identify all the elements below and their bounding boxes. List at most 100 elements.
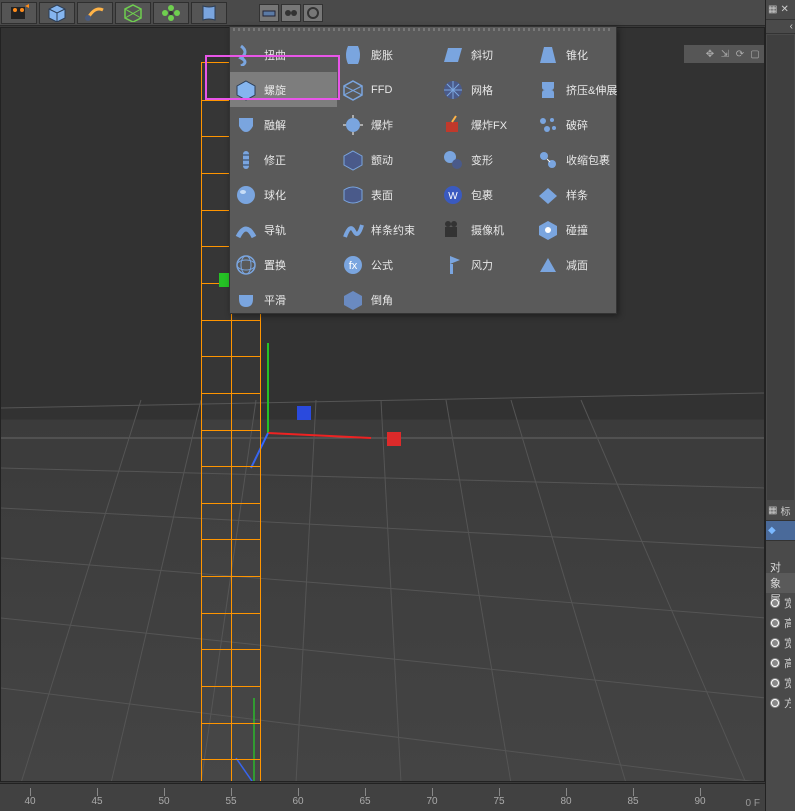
timeline-ruler[interactable]: 4045505560657075808590 bbox=[0, 783, 765, 811]
prop-row-2[interactable]: 宽 bbox=[766, 633, 795, 653]
prop-row-5[interactable]: 方 bbox=[766, 693, 795, 713]
nav-zoom-icon[interactable]: ⇲ bbox=[719, 48, 731, 60]
menu-label: 膨胀 bbox=[371, 47, 393, 63]
panel-header-label: 标 bbox=[780, 503, 790, 518]
prop-radio[interactable] bbox=[770, 658, 780, 668]
tool-flower[interactable] bbox=[153, 2, 189, 24]
tool-seg-b[interactable] bbox=[281, 4, 301, 22]
ruler-tick bbox=[432, 788, 433, 796]
deform-icon bbox=[441, 148, 465, 172]
menu-item-extrude[interactable]: 挤压&伸展 bbox=[532, 72, 616, 107]
ruler-tick-label: 45 bbox=[91, 796, 102, 807]
menu-item-camera[interactable]: 摄像机 bbox=[437, 212, 532, 247]
ruler-tick bbox=[231, 788, 232, 796]
fix-icon bbox=[234, 148, 258, 172]
ruler-tick-label: 55 bbox=[225, 796, 236, 807]
shatter-icon bbox=[536, 113, 560, 137]
menu-item-lattice[interactable]: 网格 bbox=[437, 72, 532, 107]
tool-bulge[interactable] bbox=[191, 2, 227, 24]
menu-item-spline[interactable]: 样条 bbox=[532, 177, 616, 212]
menu-item-jitter[interactable]: 颤动 bbox=[337, 142, 437, 177]
menu-item-rail[interactable]: 导轨 bbox=[230, 212, 337, 247]
nav-pan-icon[interactable]: ✥ bbox=[704, 48, 716, 60]
wind-icon bbox=[441, 253, 465, 277]
menu-item-explode[interactable]: 爆炸 bbox=[337, 107, 437, 142]
extrude-icon bbox=[536, 78, 560, 102]
smooth-icon bbox=[234, 288, 258, 312]
menu-item-surface[interactable]: 表面 bbox=[337, 177, 437, 212]
menu-item-smooth[interactable]: 平滑 bbox=[230, 282, 337, 317]
tool-movie[interactable] bbox=[1, 2, 37, 24]
menu-item-fix[interactable]: 修正 bbox=[230, 142, 337, 177]
formula-icon: fx bbox=[341, 253, 365, 277]
ruler-tick-label: 90 bbox=[694, 796, 705, 807]
menu-item-bulge[interactable]: 膨胀 bbox=[337, 37, 437, 72]
prop-radio[interactable] bbox=[770, 698, 780, 708]
menu-item-ffd[interactable]: FFD bbox=[337, 72, 437, 107]
menu-item-sphere[interactable]: 球化 bbox=[230, 177, 337, 212]
menu-item-wind[interactable]: 风力 bbox=[437, 247, 532, 282]
jitter-icon bbox=[341, 148, 365, 172]
prop-radio[interactable] bbox=[770, 678, 780, 688]
spline-icon bbox=[536, 183, 560, 207]
prop-label: 高 bbox=[784, 655, 791, 671]
menu-label: 摄像机 bbox=[471, 222, 504, 238]
menu-item-collision[interactable]: 碰撞 bbox=[532, 212, 616, 247]
menu-label: 平滑 bbox=[264, 292, 286, 308]
menu-item-formula[interactable]: fx 公式 bbox=[337, 247, 437, 282]
nav-fullscreen-icon[interactable]: ▢ bbox=[749, 48, 761, 60]
ruler-tick bbox=[164, 788, 165, 796]
panel-collapse-1[interactable]: ‹ bbox=[766, 20, 795, 34]
menu-label: 风力 bbox=[471, 257, 493, 273]
menu-label: 收缩包裹 bbox=[566, 152, 610, 168]
tool-cube[interactable] bbox=[39, 2, 75, 24]
ruler-tick bbox=[499, 788, 500, 796]
prop-row-1[interactable]: 高 bbox=[766, 613, 795, 633]
menu-item-bevel[interactable]: 倒角 bbox=[337, 282, 437, 317]
shrinkwrap-icon bbox=[536, 148, 560, 172]
prop-row-3[interactable]: 高 bbox=[766, 653, 795, 673]
menu-label: 破碎 bbox=[566, 117, 588, 133]
ruler-tick-label: 60 bbox=[292, 796, 303, 807]
explode-icon bbox=[341, 113, 365, 137]
menu-item-displace[interactable]: 置换 bbox=[230, 247, 337, 282]
nav-rotate-icon[interactable]: ⟳ bbox=[734, 48, 746, 60]
menu-item-taper[interactable]: 锥化 bbox=[532, 37, 616, 72]
menu-item-twist[interactable]: 扭曲 bbox=[230, 37, 337, 72]
side-panel: ▦✕ ‹ ▦标 ◆ 对象属 宽 高 宽 高 宽 方 bbox=[765, 0, 795, 811]
menu-item-shear[interactable]: 斜切 bbox=[437, 37, 532, 72]
menu-item-shatter[interactable]: 破碎 bbox=[532, 107, 616, 142]
panel-viewport[interactable] bbox=[767, 35, 794, 500]
menu-item-melt[interactable]: 融解 bbox=[230, 107, 337, 142]
menu-item-decay[interactable]: 减面 bbox=[532, 247, 616, 282]
displace-icon bbox=[234, 253, 258, 277]
menu-label: 变形 bbox=[471, 152, 493, 168]
menu-label: 倒角 bbox=[371, 292, 393, 308]
menu-item-deform[interactable]: 变形 bbox=[437, 142, 532, 177]
menu-item-explodefx[interactable]: 爆炸FX bbox=[437, 107, 532, 142]
menu-label: FFD bbox=[371, 84, 392, 96]
decay-icon bbox=[536, 253, 560, 277]
camera-icon bbox=[441, 218, 465, 242]
panel-header-2[interactable]: ▦标 bbox=[766, 501, 795, 521]
tool-brush[interactable] bbox=[77, 2, 113, 24]
menu-label: 样条 bbox=[566, 187, 588, 203]
prop-radio[interactable] bbox=[770, 618, 780, 628]
tool-mesh[interactable] bbox=[115, 2, 151, 24]
menu-item-splinewrap[interactable]: 样条约束 bbox=[337, 212, 437, 247]
viewport-nav: ✥ ⇲ ⟳ ▢ bbox=[684, 45, 764, 63]
panel-header-1[interactable]: ▦✕ bbox=[766, 0, 795, 20]
grid-icon: ▦ bbox=[768, 4, 777, 15]
collision-icon bbox=[536, 218, 560, 242]
menu-item-shrinkwrap[interactable]: 收缩包裹 bbox=[532, 142, 616, 177]
prop-radio[interactable] bbox=[770, 598, 780, 608]
prop-row-4[interactable]: 宽 bbox=[766, 673, 795, 693]
chevron-left-icon: ‹ bbox=[790, 21, 793, 32]
prop-radio[interactable] bbox=[770, 638, 780, 648]
tab-object-props[interactable]: 对象属 bbox=[766, 573, 795, 593]
tool-seg-c[interactable] bbox=[303, 4, 323, 22]
menu-item-wrap[interactable]: W 包裹 bbox=[437, 177, 532, 212]
tool-seg-a[interactable] bbox=[259, 4, 279, 22]
menu-item-spiral[interactable]: 螺旋 bbox=[230, 72, 337, 107]
panel-tag-row[interactable]: ◆ bbox=[766, 521, 795, 541]
